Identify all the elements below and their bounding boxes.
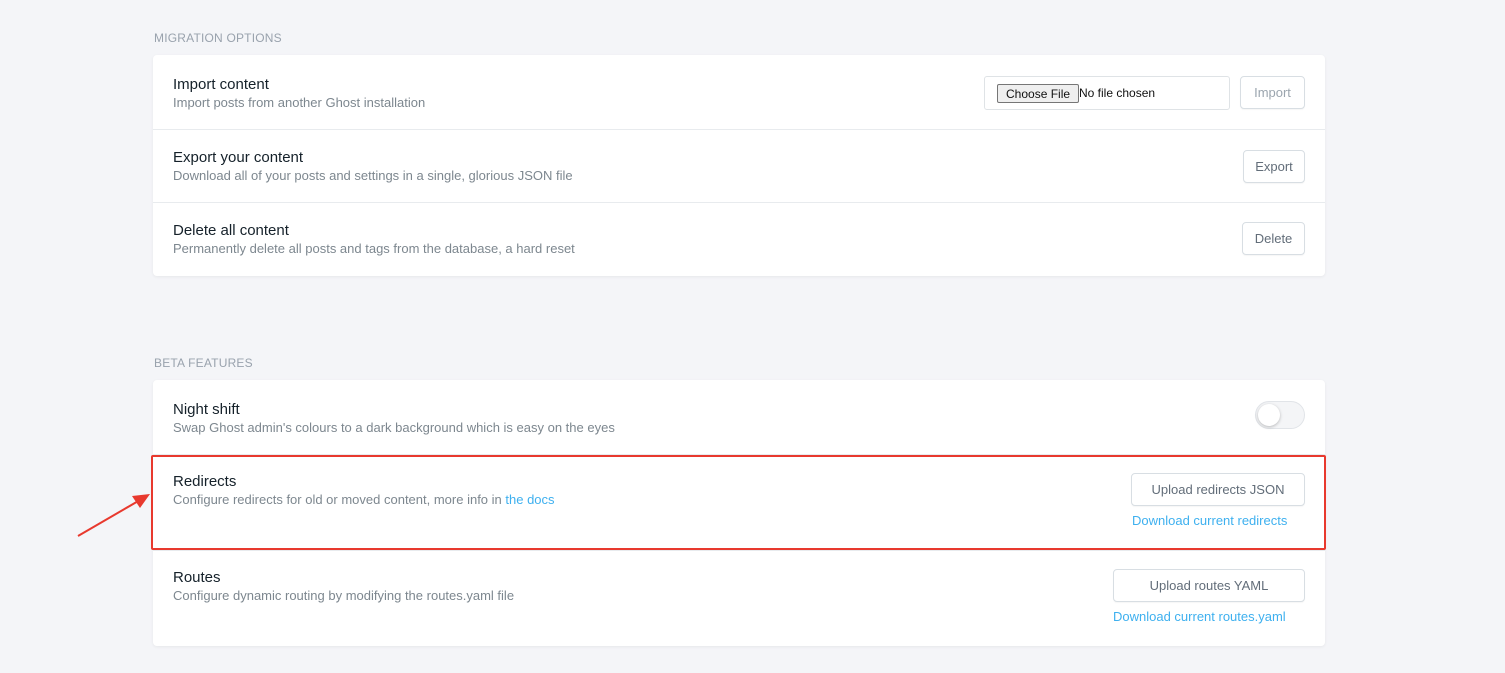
import-file-input[interactable]: Choose File No file chosen xyxy=(984,76,1230,110)
delete-button[interactable]: Delete xyxy=(1242,222,1305,255)
night-shift-description: Swap Ghost admin's colours to a dark bac… xyxy=(173,420,615,435)
toggle-knob xyxy=(1258,404,1280,426)
import-content-title: Import content xyxy=(173,76,269,93)
routes-title: Routes xyxy=(173,569,221,586)
export-button[interactable]: Export xyxy=(1243,150,1305,183)
annotation-arrow-icon xyxy=(77,494,150,537)
no-file-chosen-text: No file chosen xyxy=(1079,86,1156,100)
night-shift-row: Night shift Swap Ghost admin's colours t… xyxy=(153,380,1325,455)
routes-description: Configure dynamic routing by modifying t… xyxy=(173,588,515,603)
export-content-row: Export your content Download all of your… xyxy=(153,129,1325,203)
redirects-description-text: Configure redirects for old or moved con… xyxy=(173,492,506,507)
redirects-description: Configure redirects for old or moved con… xyxy=(173,492,555,507)
night-shift-toggle[interactable] xyxy=(1255,401,1305,429)
download-redirects-link[interactable]: Download current redirects xyxy=(1132,513,1287,528)
migration-card: Import content Import posts from another… xyxy=(153,55,1325,276)
redirects-row: Redirects Configure redirects for old or… xyxy=(153,454,1325,551)
delete-content-row: Delete all content Permanently delete al… xyxy=(153,202,1325,276)
night-shift-title: Night shift xyxy=(173,401,240,418)
delete-content-title: Delete all content xyxy=(173,222,289,239)
import-button[interactable]: Import xyxy=(1240,76,1305,109)
export-content-description: Download all of your posts and settings … xyxy=(173,168,573,183)
import-content-row: Import content Import posts from another… xyxy=(153,55,1325,130)
redirects-docs-link[interactable]: the docs xyxy=(505,492,554,507)
download-routes-link[interactable]: Download current routes.yaml xyxy=(1113,609,1286,624)
choose-file-button[interactable]: Choose File xyxy=(997,84,1080,103)
export-content-title: Export your content xyxy=(173,149,304,166)
upload-routes-button[interactable]: Upload routes YAML xyxy=(1113,569,1305,602)
import-content-description: Import posts from another Ghost installa… xyxy=(173,95,426,110)
section-title-migration: MIGRATION OPTIONS xyxy=(154,31,282,45)
routes-row: Routes Configure dynamic routing by modi… xyxy=(153,550,1325,646)
upload-redirects-button[interactable]: Upload redirects JSON xyxy=(1131,473,1305,506)
delete-content-description: Permanently delete all posts and tags fr… xyxy=(173,241,575,256)
beta-card: Night shift Swap Ghost admin's colours t… xyxy=(153,380,1325,646)
redirects-title: Redirects xyxy=(173,473,237,490)
section-title-beta: BETA FEATURES xyxy=(154,356,253,370)
